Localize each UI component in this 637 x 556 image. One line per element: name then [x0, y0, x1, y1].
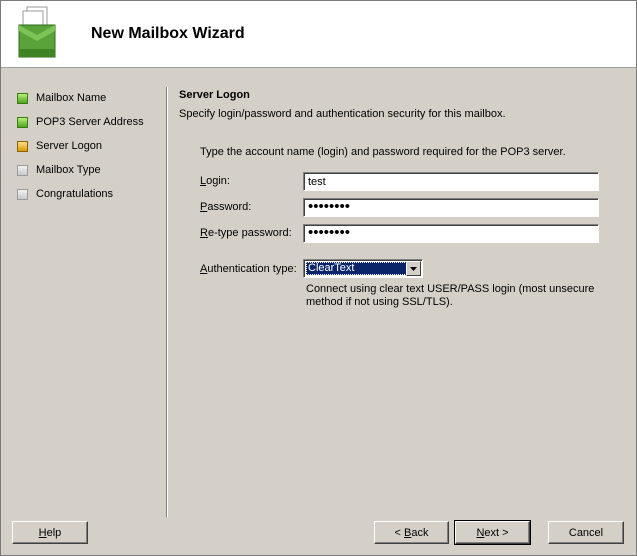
step-mailbox-name: Mailbox Name: [17, 92, 144, 116]
next-mnemonic: N: [476, 526, 485, 539]
page-title: Server Logon: [179, 89, 250, 101]
dropdown-button[interactable]: [406, 261, 421, 276]
step-server-logon: Server Logon: [17, 140, 144, 164]
auth-label-text: uthentication type:: [207, 263, 297, 275]
cancel-button[interactable]: Cancel: [548, 521, 624, 544]
mailbox-icon: [18, 6, 56, 58]
step-label: Mailbox Type: [36, 164, 101, 176]
help-button[interactable]: Help: [12, 521, 88, 544]
step-label: Server Logon: [36, 140, 103, 152]
wizard-title: New Mailbox Wizard: [91, 25, 245, 42]
next-text: ext: [484, 526, 500, 539]
instructions-text: Type the account name (login) and passwo…: [200, 146, 566, 158]
step-current-icon: [17, 141, 28, 152]
help-mnemonic: H: [38, 526, 47, 539]
password-label: Password:: [200, 201, 251, 213]
next-button[interactable]: Next >: [454, 520, 531, 545]
auth-type-select[interactable]: ClearText: [303, 259, 423, 278]
wizard-window: New Mailbox Wizard Mailbox Name POP3 Ser…: [0, 0, 637, 556]
step-label: Congratulations: [36, 188, 114, 200]
password-input[interactable]: ••••••••: [303, 198, 599, 217]
page-description: Specify login/password and authenticatio…: [179, 108, 506, 120]
step-done-icon: [17, 93, 28, 104]
step-done-icon: [17, 117, 28, 128]
step-label: Mailbox Name: [36, 92, 107, 104]
steps-list: Mailbox Name POP3 Server Address Server …: [17, 92, 144, 212]
login-label: Login:: [200, 175, 230, 187]
back-mnemonic: B: [404, 526, 412, 539]
password-label-text: assword:: [207, 201, 252, 213]
wizard-header: New Mailbox Wizard: [1, 1, 636, 68]
step-mailbox-type: Mailbox Type: [17, 164, 144, 188]
back-prefix: <: [394, 526, 404, 539]
login-input[interactable]: test: [303, 172, 599, 191]
help-text: elp: [46, 526, 62, 539]
auth-type-label: Authentication type:: [200, 263, 297, 275]
auth-type-description: Connect using clear text USER/PASS login…: [306, 283, 595, 308]
back-text: ack: [411, 526, 429, 539]
retype-password-input[interactable]: ••••••••: [303, 224, 599, 243]
chevron-down-icon: [410, 266, 417, 271]
auth-type-selected-value: ClearText: [306, 262, 407, 275]
step-pending-icon: [17, 189, 28, 200]
step-label: POP3 Server Address: [36, 116, 144, 128]
retype-password-label: Re-type password:: [200, 227, 292, 239]
vertical-divider: [166, 87, 168, 517]
step-congratulations: Congratulations: [17, 188, 144, 212]
step-pending-icon: [17, 165, 28, 176]
retype-label-mnemonic: R: [200, 227, 208, 239]
login-label-text: ogin:: [206, 175, 230, 187]
retype-label-text: e-type password:: [207, 227, 292, 239]
step-pop3-server-address: POP3 Server Address: [17, 116, 144, 140]
next-suffix: >: [499, 526, 509, 539]
back-button[interactable]: < Back: [374, 521, 449, 544]
